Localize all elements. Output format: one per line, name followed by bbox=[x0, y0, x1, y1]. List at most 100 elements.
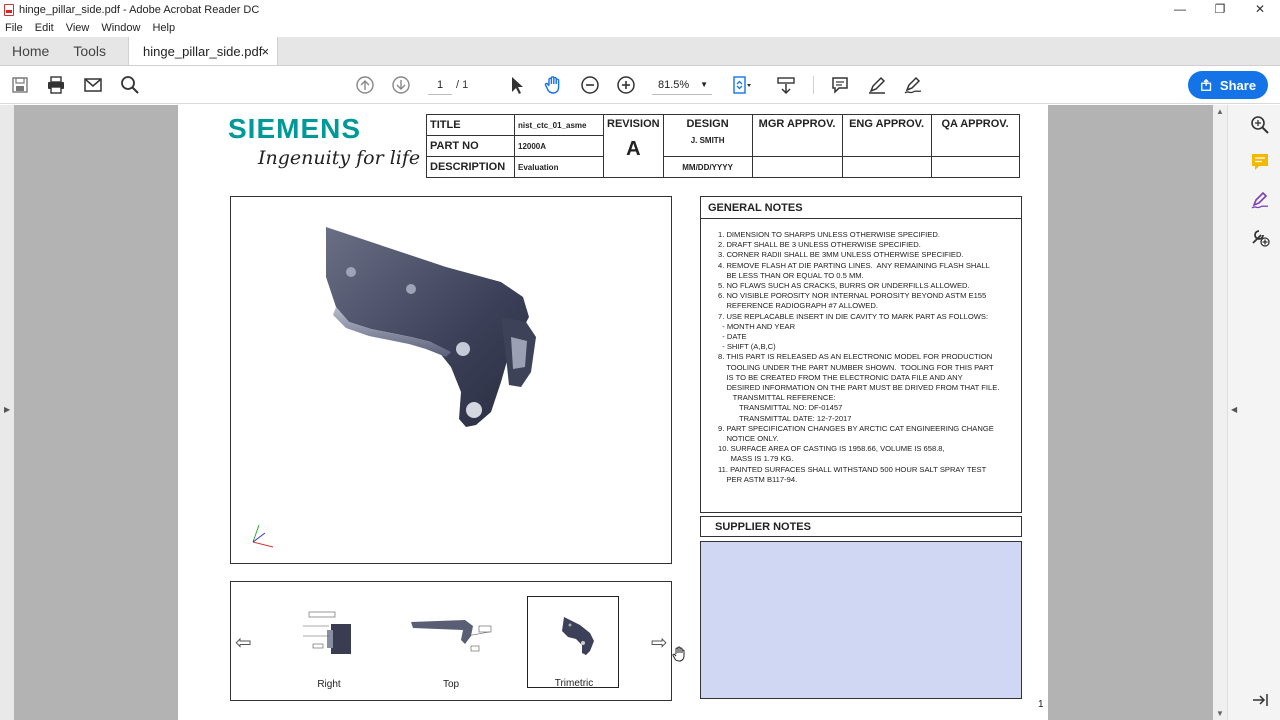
thumbnail-top-label: Top bbox=[442, 679, 460, 690]
note-line: REFERENCE RADIOGRAPH #7 ALLOWED. bbox=[718, 301, 878, 311]
menu-file[interactable]: File bbox=[5, 22, 23, 34]
hand-tool-icon[interactable] bbox=[542, 74, 564, 96]
thumbnail-trimetric-view[interactable]: Trimetric bbox=[527, 596, 619, 689]
tab-document-label: hinge_pillar_side.pdf bbox=[143, 44, 263, 59]
collapse-right-icon[interactable]: ◀ bbox=[1231, 405, 1237, 414]
note-line: 2. DRAFT SHALL BE 3 UNLESS OTHERWISE SPE… bbox=[718, 240, 921, 250]
left-panel-toggle[interactable]: ▶ bbox=[0, 105, 14, 720]
note-line: IS TO BE CREATED FROM THE ELECTRONIC DAT… bbox=[718, 372, 963, 382]
supplier-notes-area bbox=[700, 541, 1022, 699]
note-line: 10. SURFACE AREA OF CASTING IS 1958.66, … bbox=[718, 444, 945, 454]
sign-icon[interactable] bbox=[902, 74, 924, 96]
menu-help[interactable]: Help bbox=[152, 22, 175, 34]
note-line: 6. NO VISIBLE POROSITY NOR INTERNAL PORO… bbox=[718, 291, 987, 301]
note-line: 9. PART SPECIFICATION CHANGES BY ARCTIC … bbox=[718, 423, 994, 433]
zoom-dropdown[interactable]: 81.5% ▼ bbox=[652, 75, 712, 95]
note-line: DESIRED INFORMATION ON THE PART MUST BE … bbox=[718, 383, 1000, 393]
window-controls: — ❐ ✕ bbox=[1160, 0, 1280, 19]
close-window-button[interactable]: ✕ bbox=[1240, 0, 1280, 19]
search-icon[interactable] bbox=[119, 74, 141, 96]
page-number-input[interactable]: 1 bbox=[428, 75, 452, 95]
revision-label: REVISION bbox=[607, 118, 660, 130]
menu-view[interactable]: View bbox=[66, 22, 90, 34]
note-line: TRANSMITTAL NO: DF-01457 bbox=[718, 403, 843, 413]
mgr-approv-label: MGR APPROV. bbox=[751, 114, 843, 157]
highlight-icon[interactable] bbox=[866, 74, 888, 96]
title-value: nist_ctc_01_asme bbox=[514, 114, 604, 136]
note-line: 1. DIMENSION TO SHARPS UNLESS OTHERWISE … bbox=[718, 230, 940, 239]
thumbnail-next-icon[interactable]: ⇨ bbox=[651, 630, 668, 655]
partno-label: PART NO bbox=[426, 135, 515, 157]
general-notes-list: 1. DIMENSION TO SHARPS UNLESS OTHERWISE … bbox=[701, 219, 1021, 485]
note-line: TOOLING UNDER THE PART NUMBER SHOWN. TOO… bbox=[718, 362, 994, 372]
menu-window[interactable]: Window bbox=[101, 22, 140, 34]
tab-tools[interactable]: Tools bbox=[61, 37, 118, 65]
design-label: DESIGN bbox=[686, 118, 729, 130]
pdf-file-icon bbox=[4, 3, 14, 16]
vertical-scrollbar[interactable]: ▲ ▼ bbox=[1213, 105, 1227, 720]
note-line: - SHIFT (A,B,C) bbox=[718, 342, 776, 352]
logo-tagline: Ingenuity for life bbox=[258, 147, 421, 169]
qa-approv-label: QA APPROV. bbox=[930, 114, 1020, 157]
scroll-mode-icon[interactable] bbox=[775, 74, 797, 96]
scroll-down-icon[interactable]: ▼ bbox=[1216, 709, 1224, 718]
tab-bar: Home Tools hinge_pillar_side.pdf × bbox=[0, 37, 1280, 66]
next-page-icon[interactable] bbox=[390, 74, 412, 96]
share-label: Share bbox=[1219, 77, 1257, 93]
share-button[interactable]: Share bbox=[1188, 71, 1268, 99]
eng-approv-label: ENG APPROV. bbox=[841, 114, 932, 157]
menu-bar: File Edit View Window Help bbox=[0, 19, 1280, 37]
comment-tool-icon[interactable] bbox=[1250, 152, 1270, 172]
email-icon[interactable] bbox=[82, 74, 104, 96]
close-tab-icon[interactable]: × bbox=[261, 37, 269, 66]
qa-approv-signature bbox=[930, 156, 1020, 178]
print-icon[interactable] bbox=[45, 74, 67, 96]
zoom-search-icon[interactable] bbox=[1250, 115, 1270, 135]
thumbnail-right-label: Right bbox=[317, 679, 341, 690]
note-line: NOTICE ONLY. bbox=[718, 434, 779, 444]
save-icon[interactable] bbox=[9, 74, 31, 96]
thumbnail-prev-icon[interactable]: ⇦ bbox=[235, 630, 252, 655]
thumbnail-trimetric-label: Trimetric bbox=[554, 678, 594, 689]
more-tools-icon[interactable] bbox=[1250, 227, 1270, 247]
title-label: TITLE bbox=[426, 114, 515, 136]
thumbnail-top-view[interactable]: Top bbox=[405, 596, 497, 690]
scroll-up-icon[interactable]: ▲ bbox=[1216, 107, 1224, 116]
top-view-drawing bbox=[411, 620, 492, 652]
note-line: BE LESS THAN OR EQUAL TO 0.5 MM. bbox=[718, 270, 864, 280]
page-count: / 1 bbox=[456, 79, 469, 91]
minimize-button[interactable]: — bbox=[1160, 0, 1200, 19]
prev-page-icon[interactable] bbox=[354, 74, 376, 96]
tab-document[interactable]: hinge_pillar_side.pdf × bbox=[128, 37, 279, 66]
restore-button[interactable]: ❐ bbox=[1200, 0, 1240, 19]
pdf-page: SIEMENS Ingenuity for life TITLE nist_ct… bbox=[178, 105, 1048, 720]
note-line: 11. PAINTED SURFACES SHALL WITHSTAND 500… bbox=[718, 464, 987, 474]
view-thumbnails: ⇦ Right Top Trimetric ⇨ bbox=[230, 581, 672, 701]
select-cursor-icon[interactable] bbox=[506, 74, 528, 96]
zoom-out-icon[interactable] bbox=[579, 74, 601, 96]
tab-home[interactable]: Home bbox=[0, 37, 61, 65]
expand-left-icon: ▶ bbox=[4, 405, 11, 414]
general-notes: GENERAL NOTES 1. DIMENSION TO SHARPS UNL… bbox=[700, 196, 1022, 513]
title-block: TITLE nist_ctc_01_asme REVISION A DESIGN… bbox=[426, 114, 1020, 178]
fit-page-icon[interactable] bbox=[730, 74, 752, 96]
hinge-pillar-model bbox=[252, 227, 536, 548]
zoom-in-icon[interactable] bbox=[615, 74, 637, 96]
comment-icon[interactable] bbox=[829, 74, 851, 96]
menu-edit[interactable]: Edit bbox=[35, 22, 54, 34]
thumbnail-right-view[interactable]: Right bbox=[283, 596, 375, 690]
right-view-drawing bbox=[303, 611, 351, 654]
note-line: MASS IS 1.79 KG. bbox=[718, 454, 794, 464]
fill-sign-icon[interactable] bbox=[1250, 190, 1270, 210]
model-3d-view[interactable] bbox=[230, 196, 672, 564]
description-value: Evaluation bbox=[514, 156, 604, 178]
hand-cursor-icon bbox=[672, 646, 685, 662]
right-tools-pane: ◀ bbox=[1227, 105, 1280, 720]
revision-value: A bbox=[626, 138, 641, 160]
general-notes-title: GENERAL NOTES bbox=[701, 197, 1021, 219]
design-date: MM/DD/YYYY bbox=[662, 156, 753, 178]
collapse-pane-icon[interactable] bbox=[1250, 690, 1270, 710]
note-line: PER ASTM B117-94. bbox=[718, 474, 798, 484]
toolbar: 1 / 1 81.5% ▼ Share bbox=[0, 66, 1280, 104]
design-name: J. SMITH bbox=[690, 136, 725, 145]
